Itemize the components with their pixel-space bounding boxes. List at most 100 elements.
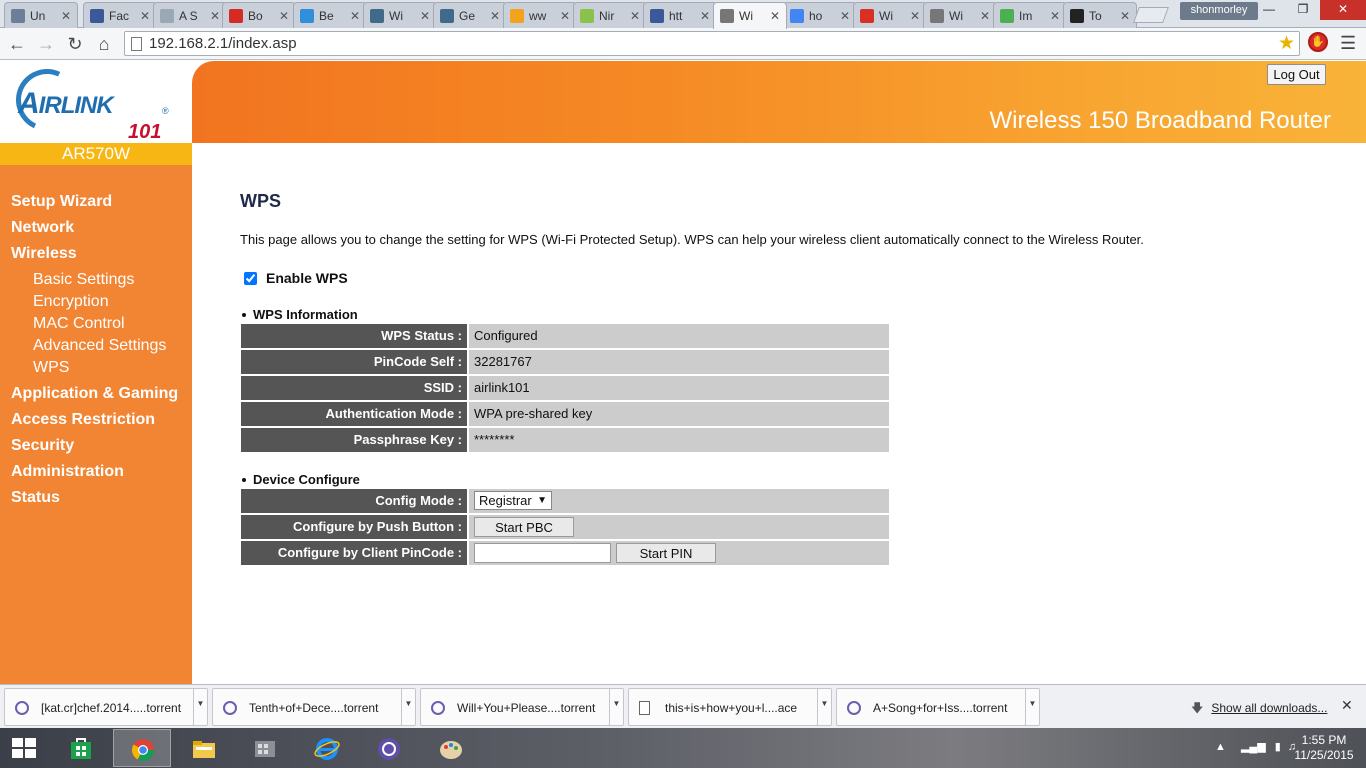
- internet-explorer-icon[interactable]: [298, 729, 356, 767]
- home-icon[interactable]: ⌂: [93, 33, 115, 55]
- sidebar-item-setup-wizard[interactable]: Setup Wizard: [11, 193, 112, 211]
- browser-tab[interactable]: To ✕: [1063, 2, 1137, 28]
- store-app-icon[interactable]: [52, 729, 110, 767]
- browser-tab[interactable]: Bo ✕: [222, 2, 296, 28]
- tab-close-icon[interactable]: ✕: [418, 9, 432, 23]
- browser-tab[interactable]: Fac ✕: [83, 2, 157, 28]
- battery-icon[interactable]: ▮: [1275, 741, 1281, 753]
- back-arrow-icon[interactable]: ←: [6, 33, 28, 55]
- taskbar-clock[interactable]: 1:55 PM 11/25/2015: [1294, 733, 1354, 763]
- sidebar-item-security[interactable]: Security: [11, 437, 74, 455]
- chrome-menu-icon[interactable]: ☰: [1340, 33, 1356, 53]
- sidebar-item-network[interactable]: Network: [11, 219, 74, 237]
- extension-stop-icon[interactable]: ✋: [1308, 32, 1328, 52]
- browser-tab[interactable]: Un ✕: [4, 2, 78, 28]
- download-item[interactable]: Tenth+of+Dece....torrent ▼: [212, 688, 416, 726]
- window-close-icon[interactable]: ✕: [1320, 0, 1366, 20]
- sidebar-item-wps[interactable]: WPS: [33, 359, 69, 377]
- sidebar-item-wireless[interactable]: Wireless: [11, 245, 77, 263]
- sidebar-item-basic-settings[interactable]: Basic Settings: [33, 271, 134, 289]
- browser-tab[interactable]: Wi ✕: [363, 2, 437, 28]
- tab-close-icon[interactable]: ✕: [768, 9, 782, 23]
- download-item[interactable]: Will+You+Please....torrent ▼: [420, 688, 624, 726]
- sidebar-item-status[interactable]: Status: [11, 489, 60, 507]
- reload-icon[interactable]: ↻: [64, 33, 86, 55]
- browser-tab[interactable]: Wi ✕: [853, 2, 927, 28]
- download-menu-arrow-icon[interactable]: ▼: [193, 689, 207, 725]
- download-menu-arrow-icon[interactable]: ▼: [817, 689, 831, 725]
- client-pin-input[interactable]: [474, 543, 611, 563]
- start-pin-button[interactable]: Start PIN: [616, 543, 716, 563]
- chrome-app-icon[interactable]: [113, 729, 171, 767]
- tab-close-icon[interactable]: ✕: [1118, 9, 1132, 23]
- address-bar[interactable]: ★: [124, 31, 1300, 56]
- tab-close-icon[interactable]: ✕: [348, 9, 362, 23]
- download-item[interactable]: this+is+how+you+l....ace ▼: [628, 688, 832, 726]
- download-menu-arrow-icon[interactable]: ▼: [1025, 689, 1039, 725]
- tab-close-icon[interactable]: ✕: [558, 9, 572, 23]
- tab-close-icon[interactable]: ✕: [277, 9, 291, 23]
- browser-tab[interactable]: Wi ✕: [713, 2, 787, 29]
- tab-close-icon[interactable]: ✕: [138, 9, 152, 23]
- tab-close-icon[interactable]: ✕: [698, 9, 712, 23]
- url-input[interactable]: [149, 34, 1259, 53]
- minimize-icon[interactable]: —: [1252, 0, 1286, 20]
- download-menu-arrow-icon[interactable]: ▼: [401, 689, 415, 725]
- maximize-icon[interactable]: ❐: [1286, 0, 1320, 20]
- table-row: Authentication Mode : WPA pre-shared key: [241, 402, 889, 426]
- tab-favicon-icon: [720, 9, 734, 23]
- browser-tab[interactable]: Be ✕: [293, 2, 367, 28]
- browser-tab[interactable]: Nir ✕: [573, 2, 647, 28]
- table-row: WPS Status : Configured: [241, 324, 889, 348]
- download-item[interactable]: [kat.cr]chef.2014.....torrent ▼: [4, 688, 208, 726]
- sidebar-item-advanced-settings[interactable]: Advanced Settings: [33, 337, 166, 355]
- browser-tab[interactable]: ho ✕: [783, 2, 857, 28]
- tab-close-icon[interactable]: ✕: [488, 9, 502, 23]
- browser-tab[interactable]: Wi ✕: [923, 2, 997, 28]
- sidebar-item-administration[interactable]: Administration: [11, 463, 124, 481]
- start-pbc-button[interactable]: Start PBC: [474, 517, 574, 537]
- client-pin-row: Configure by Client PinCode : Start PIN: [241, 541, 889, 565]
- tab-favicon-icon: [90, 8, 104, 23]
- browser-tab[interactable]: htt ✕: [643, 2, 717, 28]
- browser-tab[interactable]: ww ✕: [503, 2, 577, 28]
- browser-tab[interactable]: Im ✕: [993, 2, 1067, 28]
- windows-start-icon[interactable]: [12, 738, 36, 758]
- download-menu-arrow-icon[interactable]: ▼: [609, 689, 623, 725]
- sidebar-item-application-gaming[interactable]: Application & Gaming: [11, 385, 178, 403]
- config-mode-select[interactable]: Registrar ▼: [474, 491, 552, 510]
- forward-arrow-icon[interactable]: →: [35, 33, 57, 55]
- new-tab-button[interactable]: [1133, 7, 1169, 23]
- windows-taskbar: ▲ ▂▄▆ ▮ ♫ 1:55 PM 11/25/2015: [0, 728, 1366, 768]
- tray-expand-icon[interactable]: ▲: [1215, 741, 1226, 753]
- enable-wps-row[interactable]: Enable WPS: [244, 270, 348, 286]
- tab-favicon-icon: [860, 8, 874, 23]
- sidebar-item-access-restriction[interactable]: Access Restriction: [11, 411, 155, 429]
- tab-close-icon[interactable]: ✕: [838, 9, 852, 23]
- enable-wps-checkbox[interactable]: [244, 271, 257, 285]
- paint-app-icon[interactable]: [422, 729, 480, 767]
- file-explorer-icon[interactable]: [175, 729, 233, 767]
- clock-time: 1:55 PM: [1301, 733, 1347, 747]
- browser-tab[interactable]: Ge ✕: [433, 2, 507, 28]
- torrent-icon: [223, 701, 237, 715]
- close-downloads-icon[interactable]: ✕: [1341, 697, 1353, 714]
- tab-close-icon[interactable]: ✕: [1048, 9, 1062, 23]
- tab-close-icon[interactable]: ✕: [978, 9, 992, 23]
- network-app-icon[interactable]: [236, 729, 294, 767]
- show-all-downloads-link[interactable]: 🡇 Show all downloads...: [1191, 699, 1327, 720]
- download-item[interactable]: A+Song+for+Iss....torrent ▼: [836, 688, 1040, 726]
- tab-close-icon[interactable]: ✕: [628, 9, 642, 23]
- browser-tab[interactable]: A S ✕: [153, 2, 227, 28]
- profile-button[interactable]: shonmorley: [1180, 2, 1258, 20]
- tab-close-icon[interactable]: ✕: [908, 9, 922, 23]
- tab-close-icon[interactable]: ✕: [59, 9, 73, 23]
- sidebar-item-mac-control[interactable]: MAC Control: [33, 315, 125, 333]
- wps-info-heading-text: WPS Information: [253, 307, 358, 322]
- device-configure-heading-text: Device Configure: [253, 472, 360, 487]
- tab-close-icon[interactable]: ✕: [208, 9, 222, 23]
- bookmark-star-icon[interactable]: ★: [1278, 33, 1295, 55]
- network-signal-icon[interactable]: ▂▄▆: [1241, 741, 1266, 753]
- bittorrent-app-icon[interactable]: [360, 729, 418, 767]
- sidebar-item-encryption[interactable]: Encryption: [33, 293, 109, 311]
